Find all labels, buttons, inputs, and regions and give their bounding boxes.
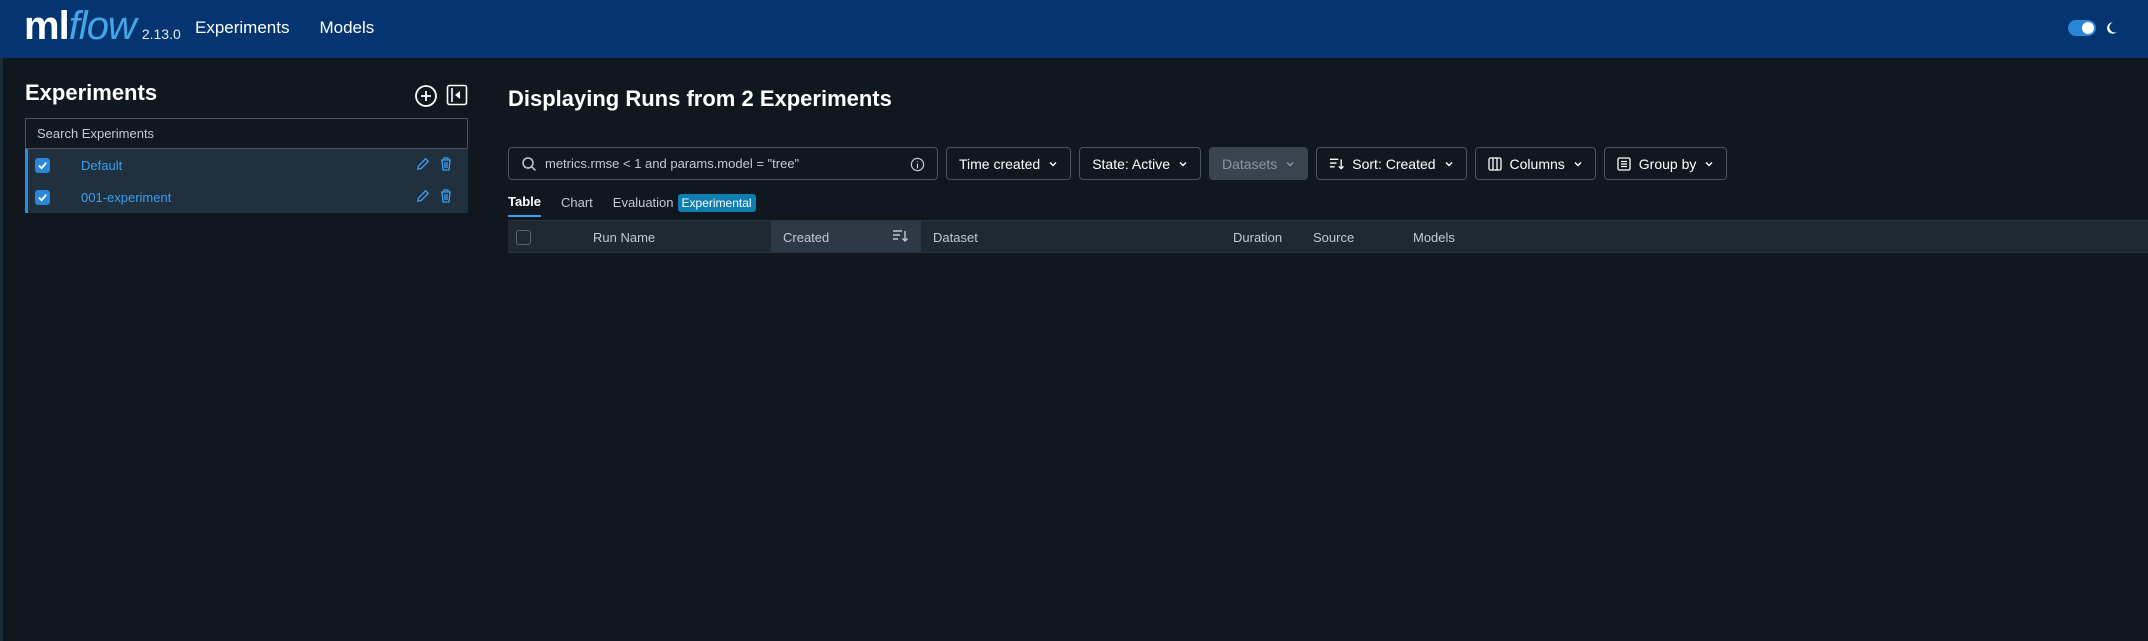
logo-flow-text: flow — [68, 4, 137, 48]
sort-dropdown[interactable]: Sort: Created — [1316, 147, 1467, 180]
columns-icon — [1487, 156, 1502, 171]
delete-trash-icon[interactable] — [440, 189, 452, 203]
toggle-switch[interactable] — [2068, 20, 2096, 36]
sort-label: Sort: Created — [1352, 155, 1436, 172]
runs-table-header: Run Name Created Dataset Duration Source… — [508, 220, 2148, 253]
version-label: 2.13.0 — [141, 26, 181, 42]
experiments-sidebar: Experiments Search Experiments Default 0… — [25, 80, 468, 213]
columns-label: Columns — [1509, 155, 1565, 172]
experiment-actions — [416, 189, 452, 203]
tab-table[interactable]: Table — [508, 194, 541, 217]
group-by-label: Group by — [1638, 155, 1697, 172]
experiment-name[interactable]: Default — [81, 158, 122, 173]
search-query-text: metrics.rmse < 1 and params.model = "tre… — [545, 156, 800, 171]
column-models[interactable]: Models — [1413, 230, 1455, 245]
time-created-dropdown[interactable]: Time created — [946, 147, 1072, 180]
view-tabs: Table Chart Evaluation Experimental — [508, 194, 756, 217]
logo-ml-text: ml — [24, 4, 70, 48]
search-experiments-input[interactable]: Search Experiments — [25, 118, 468, 149]
state-label: State: Active — [1092, 155, 1171, 172]
datasets-dropdown[interactable]: Datasets — [1209, 147, 1309, 180]
experiment-checkbox[interactable] — [35, 189, 50, 205]
search-icon — [521, 156, 537, 172]
toggle-knob — [2082, 22, 2094, 34]
chevron-down-icon — [1178, 159, 1188, 169]
moon-icon — [2104, 21, 2118, 35]
delete-trash-icon[interactable] — [440, 157, 452, 171]
sort-icon — [1329, 157, 1345, 171]
experiment-item-default[interactable]: Default — [25, 149, 468, 181]
experiment-list: Default 001-experiment — [25, 149, 468, 213]
chevron-down-icon — [1704, 159, 1714, 169]
page-title: Displaying Runs from 2 Experiments — [508, 86, 892, 111]
chevron-down-icon — [1048, 159, 1058, 169]
tab-evaluation[interactable]: Evaluation Experimental — [612, 194, 756, 216]
dark-mode-toggle[interactable] — [2068, 20, 2118, 36]
mlflow-logo[interactable]: ml flow 2.13.0 — [24, 4, 181, 49]
main-nav: Experiments Models — [195, 18, 374, 38]
create-experiment-icon[interactable] — [414, 84, 438, 108]
datasets-label: Datasets — [1222, 155, 1278, 172]
left-edge-divider — [0, 58, 3, 641]
group-by-icon — [1617, 156, 1631, 171]
info-icon[interactable] — [910, 157, 925, 172]
columns-dropdown[interactable]: Columns — [1474, 147, 1596, 180]
group-by-dropdown[interactable]: Group by — [1603, 147, 1728, 180]
top-navigation-bar: ml flow 2.13.0 Experiments Models — [0, 0, 2148, 58]
column-source[interactable]: Source — [1313, 230, 1354, 245]
sidebar-actions — [414, 84, 468, 108]
tab-evaluation-label: Evaluation — [612, 195, 674, 210]
experiment-name[interactable]: 001-experiment — [81, 190, 171, 205]
nav-experiments[interactable]: Experiments — [195, 18, 289, 38]
state-dropdown[interactable]: State: Active — [1079, 147, 1202, 180]
chevron-down-icon — [1444, 159, 1454, 169]
tab-chart[interactable]: Chart — [561, 195, 593, 216]
sidebar-title: Experiments — [25, 80, 158, 105]
nav-models[interactable]: Models — [319, 18, 374, 38]
select-all-checkbox[interactable] — [516, 230, 531, 245]
sort-descending-icon[interactable] — [892, 229, 908, 243]
experiment-checkbox[interactable] — [35, 157, 50, 173]
time-created-label: Time created — [959, 155, 1041, 172]
chevron-down-icon — [1285, 159, 1295, 169]
column-created[interactable]: Created — [783, 230, 829, 245]
column-duration[interactable]: Duration — [1233, 230, 1282, 245]
experiment-item-001[interactable]: 001-experiment — [25, 181, 468, 213]
column-dataset[interactable]: Dataset — [933, 230, 978, 245]
runs-search-input[interactable]: metrics.rmse < 1 and params.model = "tre… — [508, 147, 938, 180]
column-run-name[interactable]: Run Name — [593, 230, 655, 245]
edit-pencil-icon[interactable] — [416, 157, 430, 171]
runs-toolbar: metrics.rmse < 1 and params.model = "tre… — [508, 147, 1728, 180]
experiment-actions — [416, 157, 452, 171]
collapse-sidebar-icon[interactable] — [446, 84, 468, 108]
experimental-badge: Experimental — [677, 194, 756, 212]
edit-pencil-icon[interactable] — [416, 189, 430, 203]
chevron-down-icon — [1573, 159, 1583, 169]
